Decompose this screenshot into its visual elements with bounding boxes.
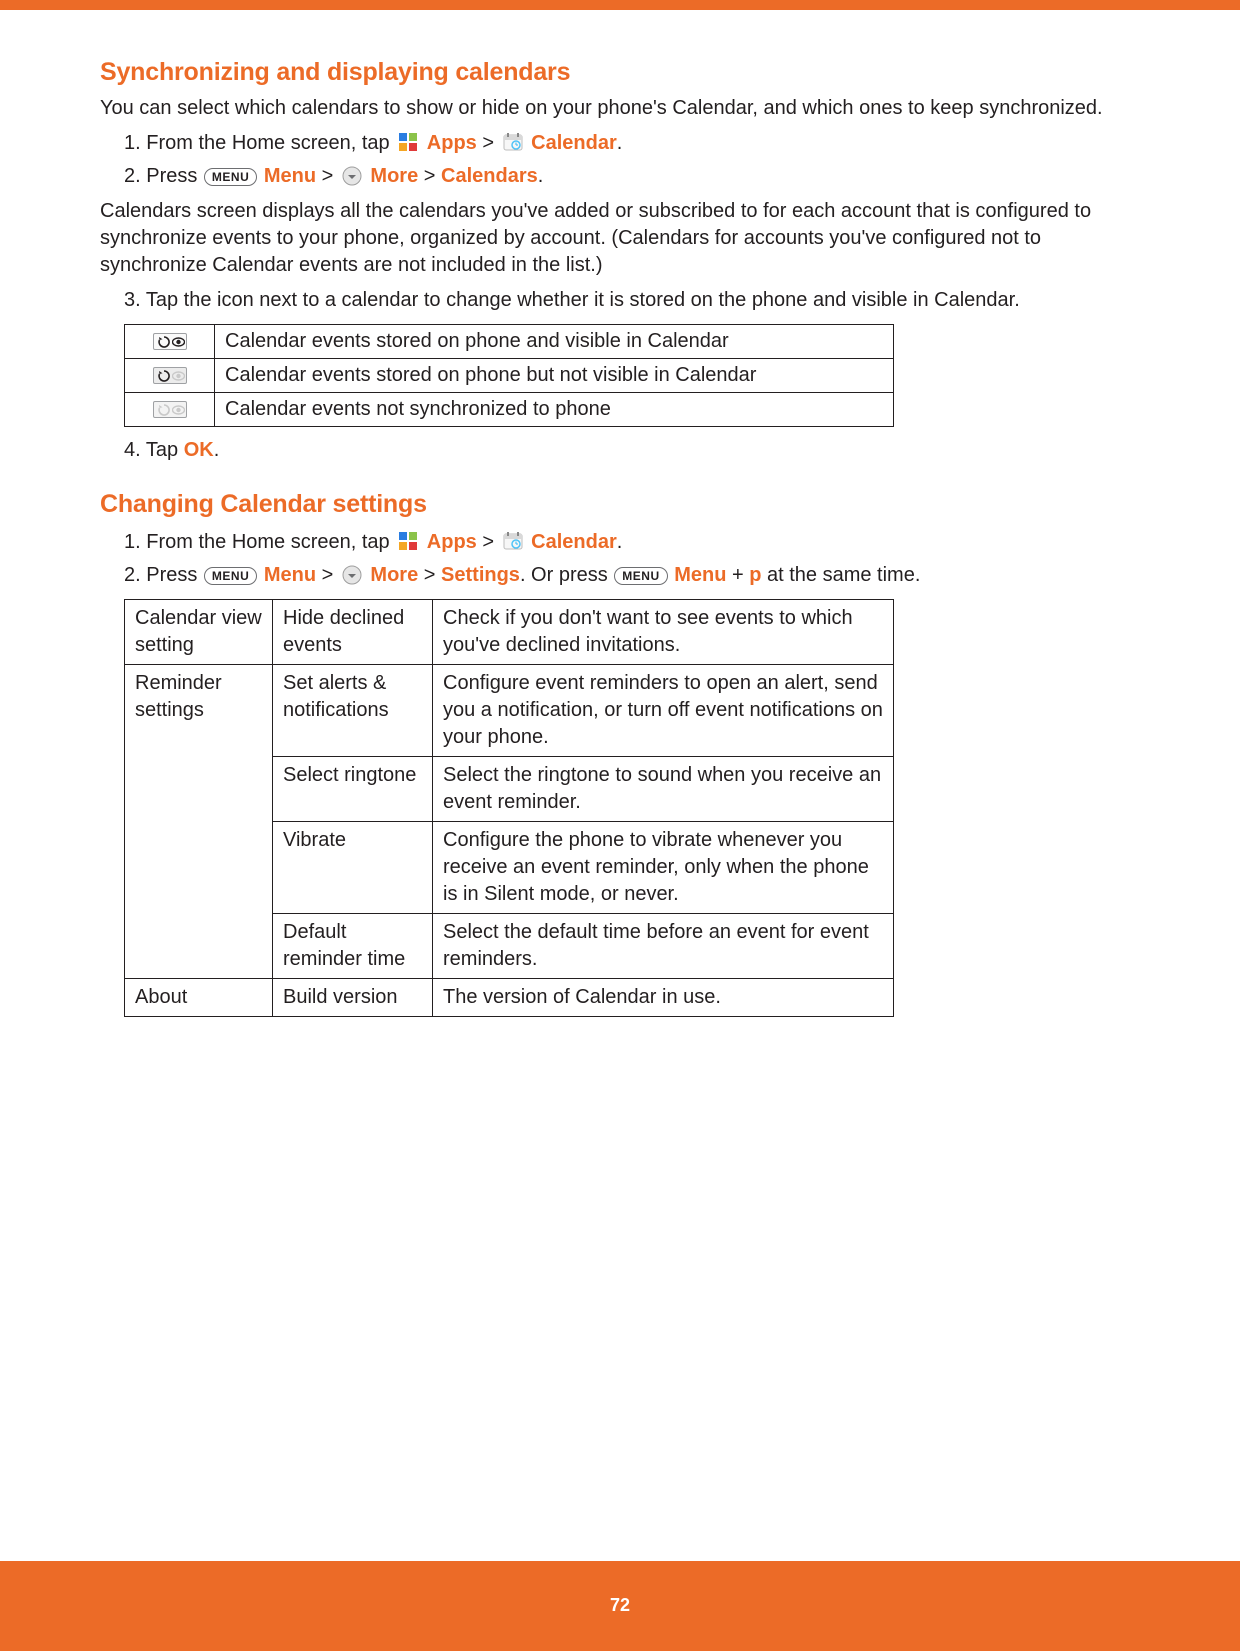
apps-icon bbox=[397, 131, 419, 153]
heading-changing-settings: Changing Calendar settings bbox=[100, 490, 1140, 519]
s2-sep-2: > bbox=[322, 564, 339, 586]
sync-step-4: 4. Tap OK. bbox=[124, 435, 1140, 466]
table-row: Calendar events not synchronized to phon… bbox=[125, 393, 894, 427]
s2-sep-3: > bbox=[424, 564, 441, 586]
menu-key-icon: MENU bbox=[614, 567, 667, 585]
cell-desc: Configure the phone to vibrate whenever … bbox=[433, 822, 894, 914]
cell-category: About bbox=[125, 979, 273, 1017]
calendars-label: Calendars bbox=[441, 165, 538, 187]
settings-step-2: 2. Press MENU Menu > More > Settings. Or… bbox=[124, 560, 1140, 591]
cell-setting: Build version bbox=[273, 979, 433, 1017]
period-2: . bbox=[538, 165, 544, 187]
same-time-text: at the same time. bbox=[761, 564, 920, 586]
cell-setting: Hide declined events bbox=[273, 600, 433, 665]
sync-steps-list-2: 3. Tap the icon next to a calendar to ch… bbox=[100, 285, 1140, 316]
sync-step-2: 2. Press MENU Menu > More > Calendars. bbox=[124, 161, 1140, 192]
plus-sign: + bbox=[726, 564, 749, 586]
step2-prefix: 2. Press bbox=[124, 165, 203, 187]
top-orange-bar bbox=[0, 0, 1240, 10]
step4-prefix: 4. Tap bbox=[124, 439, 184, 461]
more-icon bbox=[341, 564, 363, 586]
sync-paragraph-2: Calendars screen displays all the calend… bbox=[100, 198, 1140, 279]
s2-menu-label-2: Menu bbox=[674, 564, 726, 586]
sync-hidden-icon bbox=[153, 367, 187, 384]
apps-label: Apps bbox=[427, 132, 477, 154]
settings-step-1: 1. From the Home screen, tap Apps > Cale… bbox=[124, 527, 1140, 558]
sync-visible-icon bbox=[153, 333, 187, 350]
more-icon bbox=[341, 165, 363, 187]
s2-menu-label: Menu bbox=[264, 564, 316, 586]
cell-desc: Select the ringtone to sound when you re… bbox=[433, 757, 894, 822]
apps-icon bbox=[397, 530, 419, 552]
heading-sync-calendars: Synchronizing and displaying calendars bbox=[100, 58, 1140, 87]
sep-gt-1: > bbox=[482, 132, 499, 154]
table-row: Calendar events stored on phone and visi… bbox=[125, 325, 894, 359]
table-row: Calendar events stored on phone but not … bbox=[125, 359, 894, 393]
s2-calendar-label: Calendar bbox=[531, 531, 617, 553]
table-row: Reminder settings Set alerts & notificat… bbox=[125, 665, 894, 757]
calendar-icon bbox=[502, 530, 524, 552]
menu-key-icon: MENU bbox=[204, 168, 257, 186]
sync-step-1: 1. From the Home screen, tap Apps > Cale… bbox=[124, 128, 1140, 159]
menu-key-icon: MENU bbox=[204, 567, 257, 585]
sync-step-3: 3. Tap the icon next to a calendar to ch… bbox=[124, 285, 1140, 316]
sync-steps-list-3: 4. Tap OK. bbox=[100, 435, 1140, 466]
sync-status-table: Calendar events stored on phone and visi… bbox=[124, 324, 894, 427]
sync-hidden-desc: Calendar events stored on phone but not … bbox=[215, 359, 894, 393]
s2-step2-prefix: 2. Press bbox=[124, 564, 203, 586]
settings-steps-list: 1. From the Home screen, tap Apps > Cale… bbox=[100, 527, 1140, 591]
cell-desc: The version of Calendar in use. bbox=[433, 979, 894, 1017]
not-synced-desc: Calendar events not synchronized to phon… bbox=[215, 393, 894, 427]
calendar-label: Calendar bbox=[531, 132, 617, 154]
sep-gt-2: > bbox=[322, 165, 339, 187]
period-3: . bbox=[214, 439, 220, 461]
settings-table: Calendar view setting Hide declined even… bbox=[124, 599, 894, 1017]
cell-desc: Configure event reminders to open an ale… bbox=[433, 665, 894, 757]
or-press: . Or press bbox=[520, 564, 613, 586]
sync-intro-paragraph: You can select which calendars to show o… bbox=[100, 95, 1140, 122]
not-synced-icon bbox=[153, 401, 187, 418]
cell-desc: Select the default time before an event … bbox=[433, 914, 894, 979]
s2-sep-1: > bbox=[482, 531, 499, 553]
step1-prefix: 1. From the Home screen, tap bbox=[124, 132, 395, 154]
cell-setting: Select ringtone bbox=[273, 757, 433, 822]
cell-category: Reminder settings bbox=[125, 665, 273, 979]
cell-desc: Check if you don't want to see events to… bbox=[433, 600, 894, 665]
more-label: More bbox=[370, 165, 418, 187]
sync-hidden-icon-cell bbox=[125, 359, 215, 393]
ok-label: OK bbox=[184, 439, 214, 461]
menu-label: Menu bbox=[264, 165, 316, 187]
sync-steps-list: 1. From the Home screen, tap Apps > Cale… bbox=[100, 128, 1140, 192]
table-row: About Build version The version of Calen… bbox=[125, 979, 894, 1017]
page-content: Synchronizing and displaying calendars Y… bbox=[0, 10, 1240, 1017]
cell-category: Calendar view setting bbox=[125, 600, 273, 665]
s2-apps-label: Apps bbox=[427, 531, 477, 553]
s2-more-label: More bbox=[370, 564, 418, 586]
sep-gt-3: > bbox=[424, 165, 441, 187]
calendar-icon bbox=[502, 131, 524, 153]
s2-step1-prefix: 1. From the Home screen, tap bbox=[124, 531, 395, 553]
sync-visible-icon-cell bbox=[125, 325, 215, 359]
cell-setting: Vibrate bbox=[273, 822, 433, 914]
cell-setting: Set alerts & notifications bbox=[273, 665, 433, 757]
cell-setting: Default reminder time bbox=[273, 914, 433, 979]
period-1: . bbox=[617, 132, 623, 154]
table-row: Calendar view setting Hide declined even… bbox=[125, 600, 894, 665]
sync-visible-desc: Calendar events stored on phone and visi… bbox=[215, 325, 894, 359]
page-number: 72 bbox=[610, 1595, 630, 1615]
s2-period-1: . bbox=[617, 531, 623, 553]
settings-label: Settings bbox=[441, 564, 520, 586]
not-synced-icon-cell bbox=[125, 393, 215, 427]
page-footer: 72 bbox=[0, 1561, 1240, 1651]
p-key-label: p bbox=[749, 564, 761, 586]
